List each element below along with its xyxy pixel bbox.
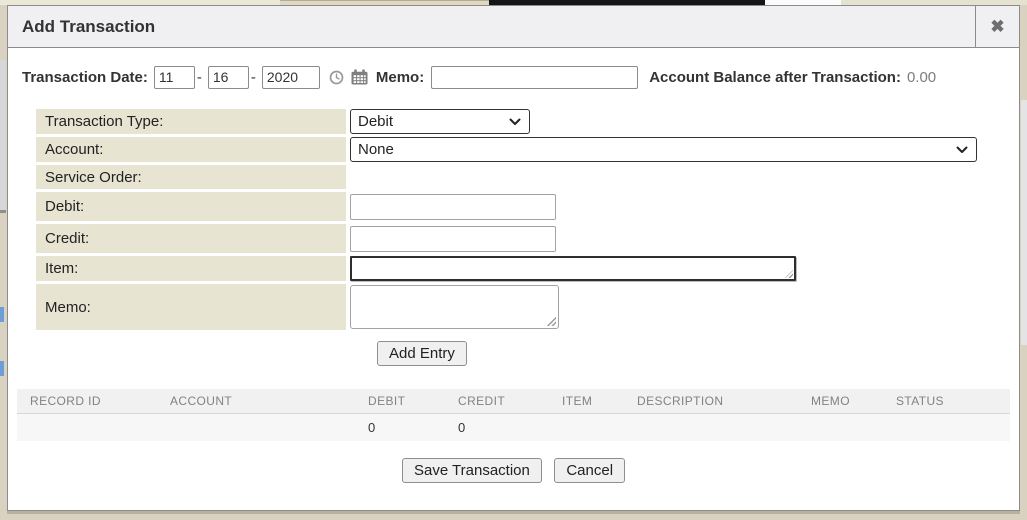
dialog-footer: Save Transaction Cancel [8,458,1019,483]
service-order-label: Service Order: [36,165,346,189]
clock-icon[interactable] [329,70,344,85]
transaction-date-label: Transaction Date: [22,69,148,86]
add-entry-button[interactable]: Add Entry [377,341,467,366]
column-header-description: DESCRIPTION [637,394,811,408]
dialog-title: Add Transaction [8,17,975,37]
page-edge-link-fragment [0,307,4,322]
column-header-debit: DEBIT [368,394,458,408]
resize-grip-icon [785,270,793,278]
transaction-type-select[interactable]: Debit [350,109,530,134]
memo-entry-textarea[interactable] [350,285,559,329]
debit-input[interactable] [350,194,556,220]
chevron-down-icon [509,118,521,126]
form-row-memo: Memo: [36,284,1019,330]
date-separator: - [197,69,202,86]
account-balance-value: 0.00 [907,69,936,86]
transaction-date-row: Transaction Date: - - Memo: [22,61,1019,93]
account-select[interactable]: None [350,137,977,162]
form-row-transaction-type: Transaction Type: Debit [36,109,1019,134]
form-row-credit: Credit: [36,224,1019,253]
date-month-input[interactable] [154,66,195,89]
form-row-item: Item: [36,256,1019,281]
item-label: Item: [36,256,346,281]
close-button[interactable]: ✖ [975,6,1019,48]
table-header-row: RECORD ID ACCOUNT DEBIT CREDIT ITEM DESC… [17,389,1010,414]
entry-form: Transaction Type: Debit Account: None [36,109,1019,366]
form-row-service-order: Service Order: [36,165,1019,189]
memo-input[interactable] [431,66,638,89]
memo-entry-label: Memo: [36,284,346,330]
chevron-down-icon [956,146,968,154]
date-year-input[interactable] [262,66,320,89]
account-value: None [358,141,956,158]
credit-input[interactable] [350,226,556,252]
column-header-memo: MEMO [811,394,896,408]
save-transaction-button[interactable]: Save Transaction [402,458,542,483]
column-header-item: ITEM [562,394,637,408]
resize-grip-icon [546,316,556,326]
close-icon: ✖ [990,17,1004,37]
transaction-type-label: Transaction Type: [36,109,346,134]
calendar-icon[interactable] [351,69,368,85]
dialog-titlebar: Add Transaction ✖ [8,6,1019,48]
cell-debit: 0 [368,420,458,435]
debit-label: Debit: [36,192,346,221]
account-label: Account: [36,137,346,162]
item-input[interactable] [350,256,796,281]
form-row-account: Account: None [36,137,1019,162]
column-header-record-id: RECORD ID [30,394,170,408]
page-edge-link-fragment [0,361,4,376]
table-row: 0 0 [17,414,1010,441]
page-edge-fragment [1021,100,1027,345]
cancel-button[interactable]: Cancel [554,458,625,483]
date-separator: - [251,69,256,86]
credit-label: Credit: [36,224,346,253]
column-header-account: ACCOUNT [170,394,368,408]
form-row-debit: Debit: [36,192,1019,221]
add-transaction-dialog: Add Transaction ✖ Transaction Date: - - [7,5,1020,511]
page-edge-fragment [0,60,6,210]
page-edge-fragment [0,210,6,213]
date-day-input[interactable] [208,66,249,89]
entries-table: RECORD ID ACCOUNT DEBIT CREDIT ITEM DESC… [17,389,1010,441]
column-header-status: STATUS [896,394,1010,408]
transaction-type-value: Debit [358,113,509,130]
column-header-credit: CREDIT [458,394,562,408]
cell-credit: 0 [458,420,562,435]
memo-label: Memo: [376,69,424,86]
account-balance-label: Account Balance after Transaction: [649,69,901,86]
